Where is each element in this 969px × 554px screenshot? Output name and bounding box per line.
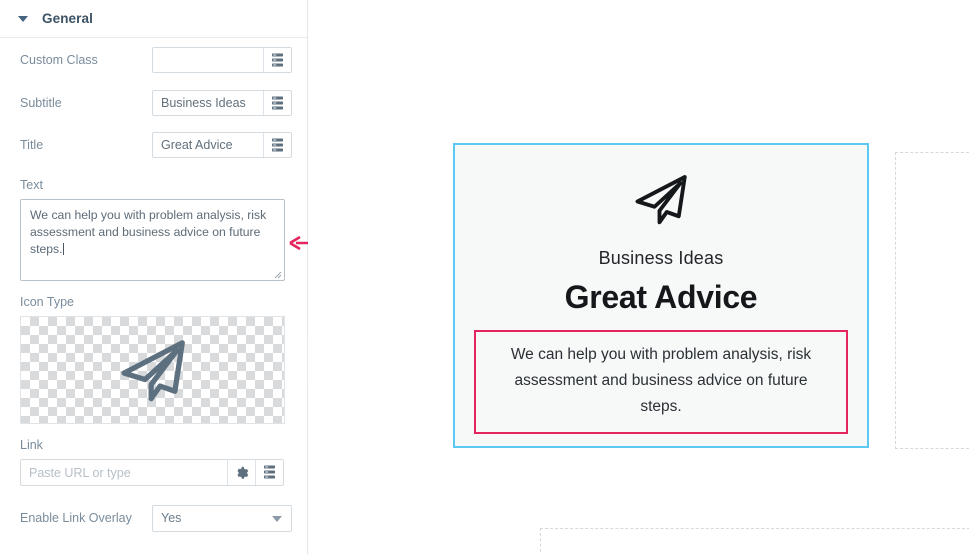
resize-grip-icon[interactable] [272, 269, 282, 279]
field-label-subtitle: Subtitle [20, 95, 62, 110]
chevron-down-icon [18, 15, 28, 22]
title-input[interactable] [153, 133, 263, 157]
field-subtitle: Subtitle [0, 82, 307, 124]
field-link: Link [0, 438, 307, 486]
icon-type-preview[interactable] [20, 316, 285, 424]
custom-class-input[interactable] [153, 48, 263, 72]
field-control-enable-link-overlay: Yes [152, 504, 292, 532]
panel-body: Custom Class Subtitle Business Ideas Tit… [0, 38, 307, 540]
link-input[interactable] [21, 460, 227, 485]
placeholder-row-bottom[interactable] [540, 528, 969, 554]
field-label-icon-type: Icon Type [20, 295, 74, 309]
field-title: Title [0, 124, 307, 166]
dynamic-content-stack-icon-title[interactable] [263, 133, 291, 157]
paper-plane-icon [635, 175, 687, 225]
preview-card-subtitle: Business Ideas [598, 248, 724, 268]
text-textarea-value: We can help you with problem analysis, r… [30, 208, 267, 256]
dynamic-content-stack-icon-custom-class[interactable] [263, 48, 291, 72]
field-control-title [152, 132, 292, 158]
subtitle-input[interactable] [153, 91, 263, 115]
dynamic-content-stack-icon-link[interactable] [255, 460, 283, 485]
panel-section-title: General [42, 11, 93, 26]
field-label-enable-link-overlay: Enable Link Overlay [20, 510, 132, 525]
input-group-link [20, 459, 284, 486]
gear-icon-link-settings[interactable] [227, 460, 255, 485]
placeholder-column-right[interactable] [895, 152, 969, 449]
field-label-custom-class: Custom Class [20, 52, 98, 67]
field-enable-link-overlay: Enable Link Overlay Yes [0, 496, 307, 540]
field-control-subtitle [152, 90, 292, 116]
text-textarea[interactable]: We can help you with problem analysis, r… [20, 199, 285, 281]
field-custom-class: Custom Class [0, 38, 307, 82]
field-text: Text We can help you with problem analys… [0, 178, 307, 281]
input-group-subtitle [152, 90, 292, 116]
input-group-custom-class [152, 47, 292, 73]
settings-panel: General Custom Class Subtitle Business I… [0, 0, 308, 554]
field-label-link: Link [20, 438, 43, 452]
field-label-title: Title [20, 137, 44, 152]
preview-card-text: We can help you with problem analysis, r… [474, 330, 848, 434]
enable-link-overlay-value: Yes [161, 511, 182, 525]
input-group-title [152, 132, 292, 158]
chevron-down-icon-select [272, 516, 282, 522]
editor-window: General Custom Class Subtitle Business I… [0, 0, 969, 554]
field-label-text: Text [20, 178, 43, 192]
preview-card-icon-box[interactable]: Business Ideas Great Advice We can help … [453, 143, 869, 448]
preview-card-icon-wrap [629, 169, 693, 234]
text-cursor [62, 243, 64, 255]
preview-canvas: Business Ideas Great Advice We can help … [308, 0, 969, 554]
field-icon-type: Icon Type [0, 295, 307, 424]
enable-link-overlay-select[interactable]: Yes [152, 504, 292, 532]
field-control-custom-class [152, 47, 292, 73]
preview-card-title: Great Advice [564, 279, 758, 315]
paper-plane-icon [120, 340, 185, 402]
panel-section-header-general[interactable]: General [0, 0, 307, 38]
dynamic-content-stack-icon-subtitle[interactable] [263, 91, 291, 115]
